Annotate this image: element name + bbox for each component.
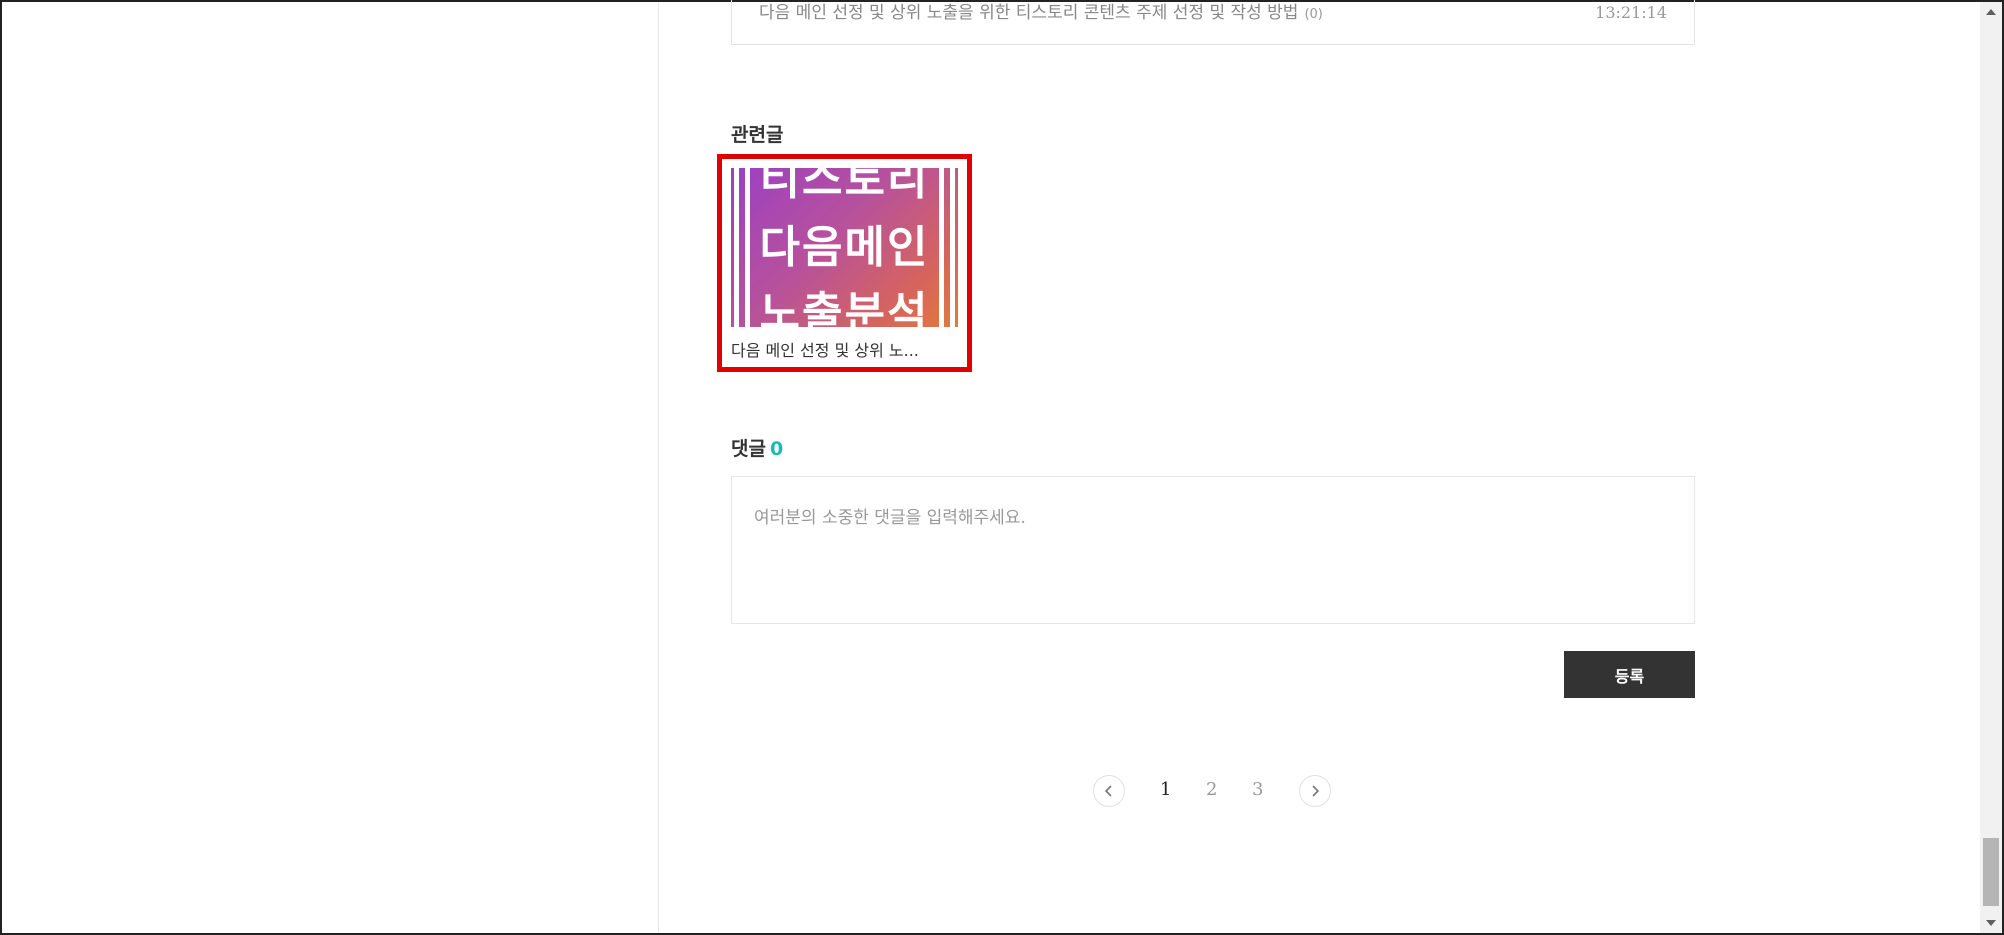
related-post-caption: 다음 메인 선정 및 상위 노... [731,341,919,360]
comments-heading: 댓글 0 [731,434,783,461]
chevron-right-icon [1312,785,1320,797]
comments-heading-label: 댓글 [731,438,766,460]
prev-page-button[interactable] [1093,775,1125,807]
next-page-button[interactable] [1299,775,1331,807]
submit-comment-button[interactable]: 등록 [1564,651,1695,698]
related-posts-heading: 관련글 [731,124,784,146]
thumbnail-text-line: 다음메인 [759,222,930,273]
chevron-left-icon [1104,785,1112,797]
recent-post-comment-count: (0) [1304,7,1323,22]
recent-post-link[interactable]: 다음 메인 선정 및 상위 노출을 위한 티스토리 콘텐츠 주제 선정 및 작성… [759,0,1323,28]
scrollbar-thumb[interactable] [1983,838,1999,906]
comment-input[interactable] [732,477,1694,623]
thumbnail-text-line: 티스토리 [759,168,930,205]
scroll-down-arrow-icon[interactable] [1980,915,2002,931]
pagination: 1 2 3 [0,775,2004,807]
scroll-up-arrow-icon[interactable] [1980,4,2002,20]
vertical-scrollbar[interactable] [1980,2,2002,933]
comment-box [731,476,1695,624]
related-post-thumbnail: 티스토리 다음메인 노출분석 [731,168,958,327]
recent-post-time: 13:21:14 [1595,3,1667,22]
recent-post-list: 다음 메인 선정 및 상위 노출을 위한 티스토리 콘텐츠 주제 선정 및 작성… [731,0,1695,45]
comments-count: 0 [769,438,784,460]
page-link-2[interactable]: 2 [1206,779,1217,800]
related-post-card[interactable]: 티스토리 다음메인 노출분석 다음 메인 선정 및 상위 노... [717,154,972,372]
page-link-1[interactable]: 1 [1160,779,1171,800]
page-link-3[interactable]: 3 [1252,779,1263,800]
thumbnail-text-line: 노출분석 [759,288,930,328]
recent-post-title: 다음 메인 선정 및 상위 노출을 위한 티스토리 콘텐츠 주제 선정 및 작성… [759,3,1299,23]
